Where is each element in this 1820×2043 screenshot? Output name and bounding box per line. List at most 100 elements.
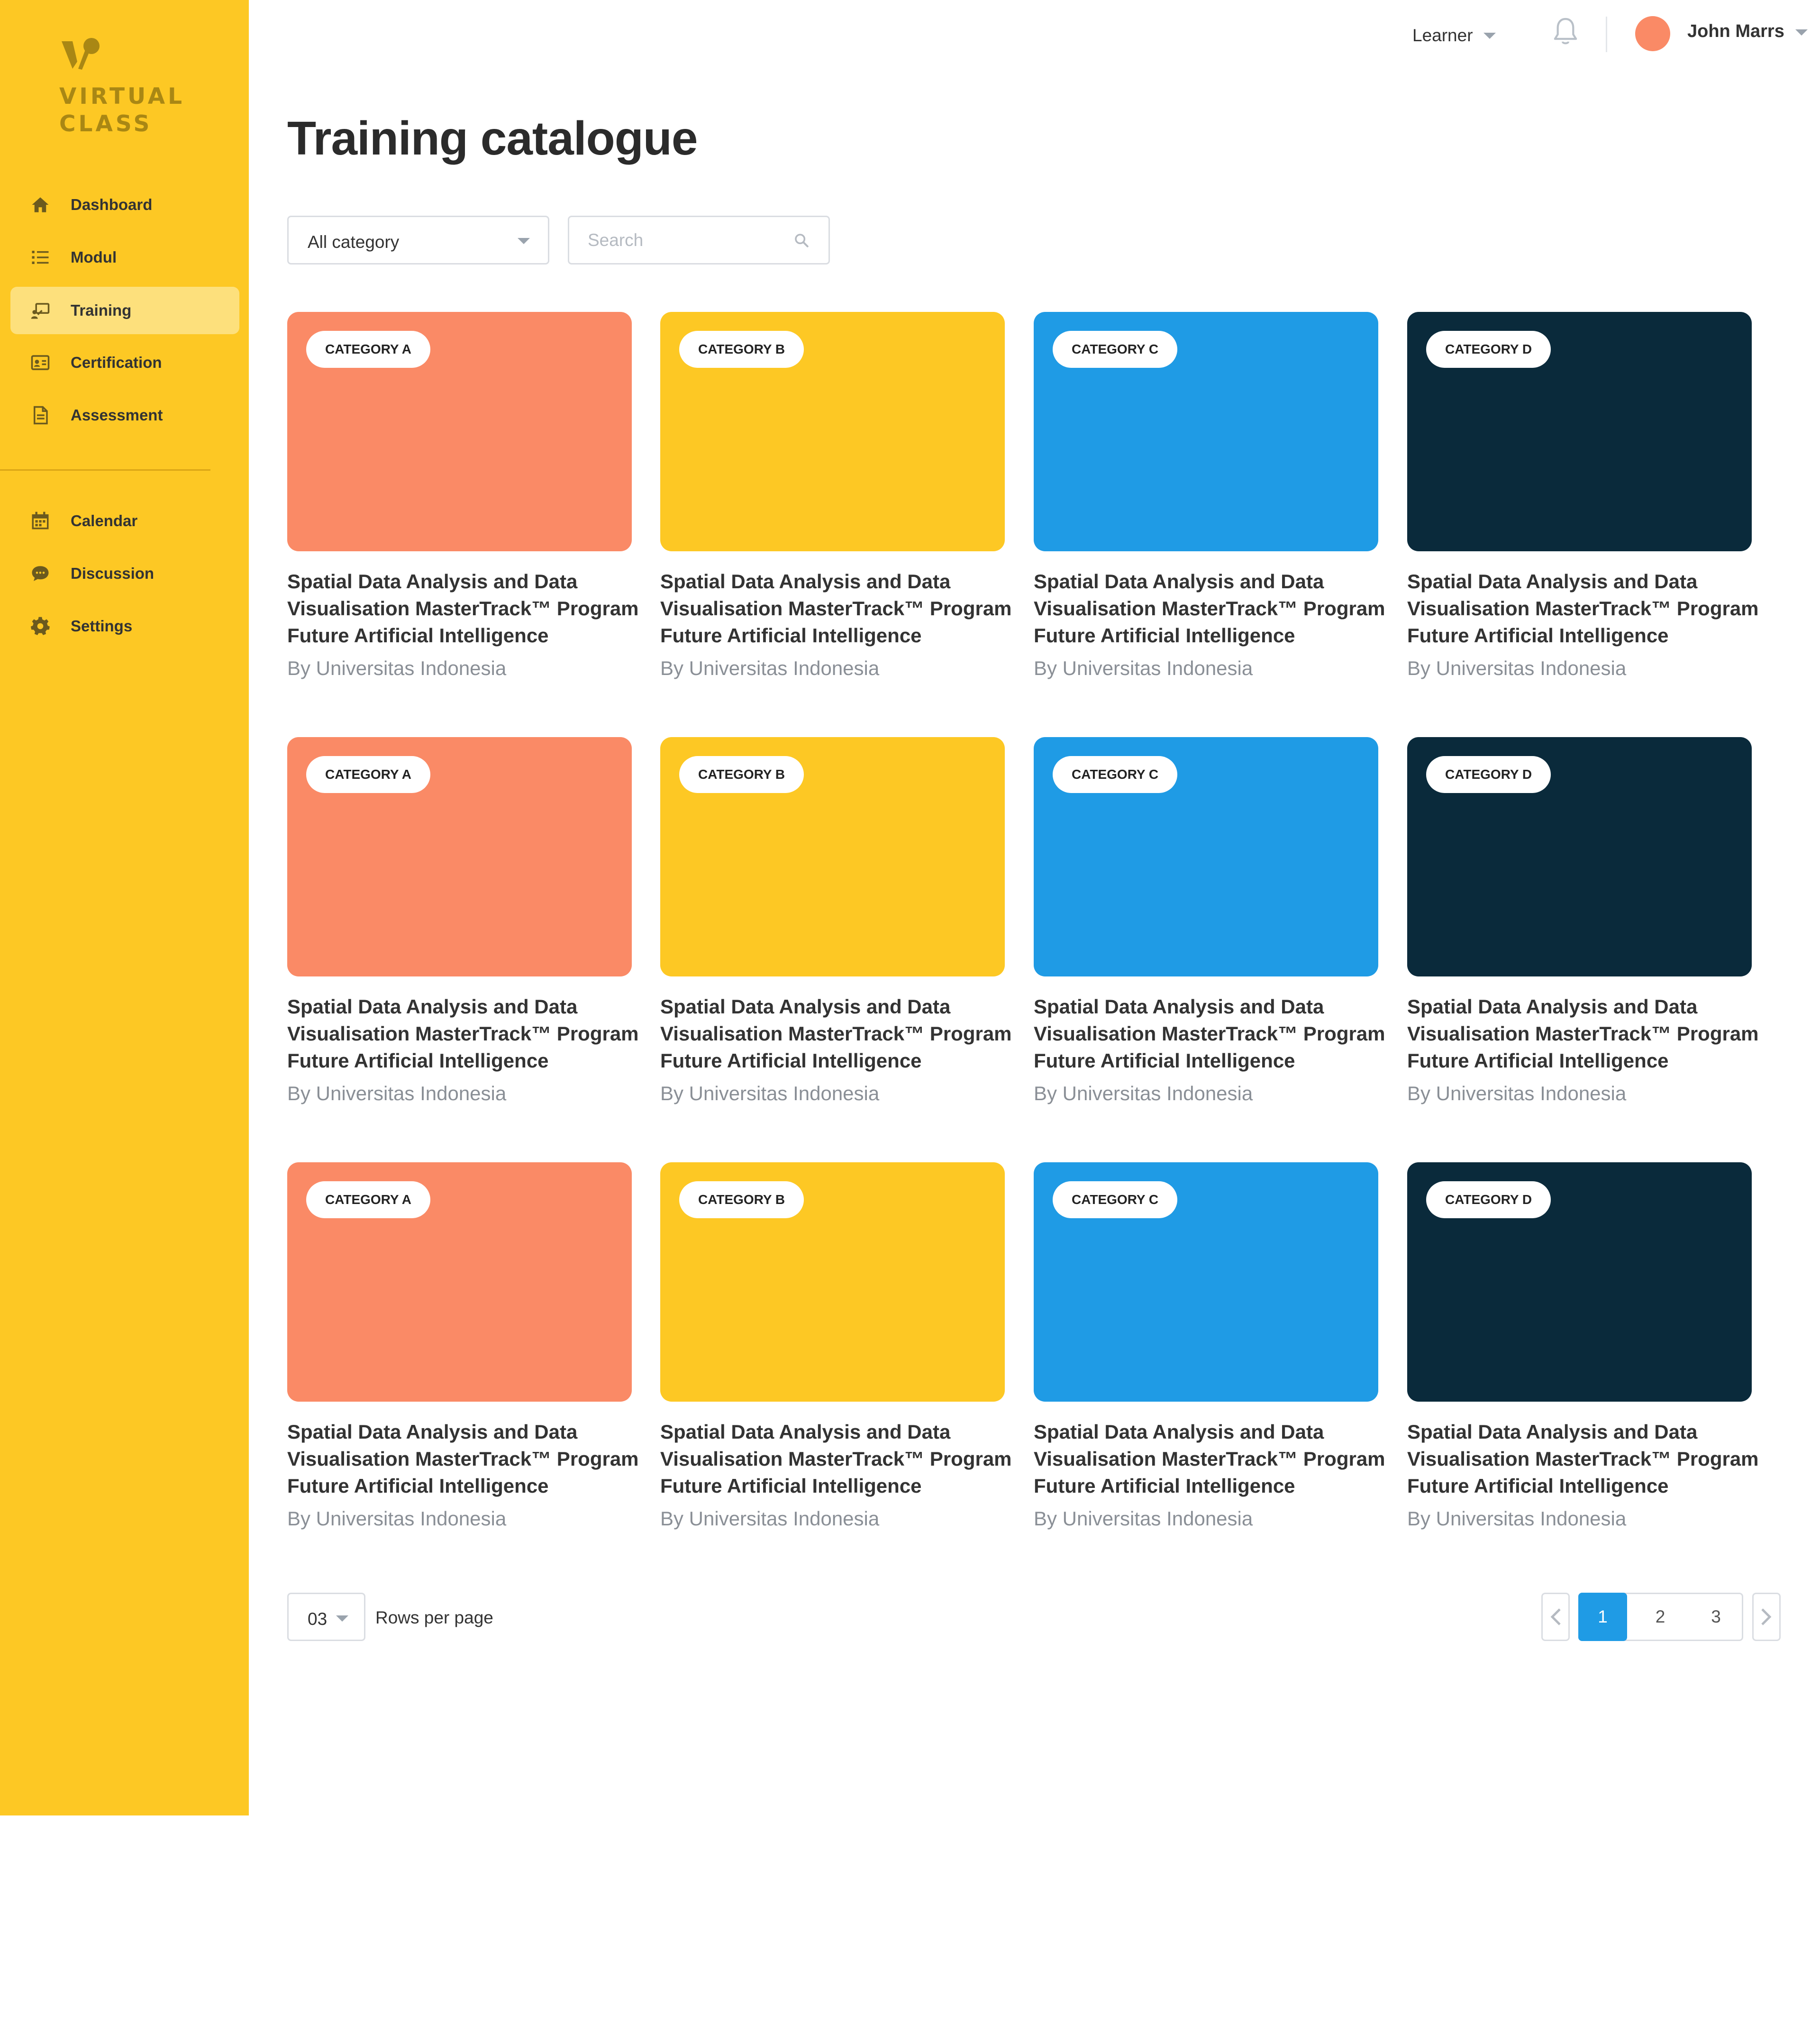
training-card[interactable]: CATEGORY D Spatial Data Analysis and Dat… <box>1407 737 1759 1116</box>
gear-icon <box>29 615 51 637</box>
category-badge: CATEGORY A <box>306 331 431 368</box>
sidebar-item-training[interactable]: Training <box>10 287 239 334</box>
card-title-line: Visualisation MasterTrack™ Program <box>287 1448 639 1470</box>
card-title-line: Future Artificial Intelligence <box>287 624 549 647</box>
sidebar-divider <box>0 469 210 471</box>
card-title-line: Future Artificial Intelligence <box>1034 624 1295 647</box>
card-author: By Universitas Indonesia <box>1034 1082 1253 1104</box>
document-icon <box>29 404 51 426</box>
card-title-line: Spatial Data Analysis and Data <box>287 995 578 1018</box>
sidebar-item-label: Training <box>71 301 132 319</box>
page-title: Training catalogue <box>287 112 698 165</box>
avatar[interactable] <box>1635 16 1670 51</box>
training-card[interactable]: CATEGORY A Spatial Data Analysis and Dat… <box>287 737 639 1116</box>
training-card[interactable]: CATEGORY A Spatial Data Analysis and Dat… <box>287 312 639 691</box>
sidebar-item-certification[interactable]: Certification <box>10 339 239 386</box>
training-card[interactable]: CATEGORY A Spatial Data Analysis and Dat… <box>287 1162 639 1541</box>
page-button-3[interactable]: 3 <box>1689 1593 1743 1641</box>
card-title[interactable]: Spatial Data Analysis and Data Visualisa… <box>1407 1418 1759 1499</box>
chevron-down-icon[interactable] <box>1795 29 1808 36</box>
sidebar-item-calendar[interactable]: Calendar <box>10 497 239 545</box>
card-title-line: Spatial Data Analysis and Data <box>1034 1421 1324 1443</box>
training-card[interactable]: CATEGORY C Spatial Data Analysis and Dat… <box>1034 1162 1385 1541</box>
card-title-line: Spatial Data Analysis and Data <box>1407 995 1698 1018</box>
card-author: By Universitas Indonesia <box>287 657 507 679</box>
card-title[interactable]: Spatial Data Analysis and Data Visualisa… <box>660 1418 1012 1499</box>
chevron-right-icon <box>1761 1608 1772 1625</box>
home-icon <box>29 194 51 216</box>
category-badge: CATEGORY C <box>1053 331 1178 368</box>
chat-icon <box>29 563 51 584</box>
card-title-line: Visualisation MasterTrack™ Program <box>660 1448 1012 1470</box>
card-title[interactable]: Spatial Data Analysis and Data Visualisa… <box>1407 993 1759 1074</box>
bell-icon[interactable] <box>1552 17 1579 48</box>
search-icon[interactable] <box>793 232 810 248</box>
certificate-icon <box>29 352 51 374</box>
sidebar-item-label: Settings <box>71 617 133 635</box>
next-page-button[interactable] <box>1752 1593 1781 1641</box>
sidebar-item-dashboard[interactable]: Dashboard <box>10 181 239 228</box>
card-title-line: Future Artificial Intelligence <box>1034 1049 1295 1072</box>
training-card[interactable]: CATEGORY B Spatial Data Analysis and Dat… <box>660 1162 1012 1541</box>
card-title-line: Spatial Data Analysis and Data <box>660 570 951 593</box>
rows-per-page-select[interactable]: 03 <box>287 1593 365 1641</box>
card-title[interactable]: Spatial Data Analysis and Data Visualisa… <box>287 1418 639 1499</box>
training-card[interactable]: CATEGORY C Spatial Data Analysis and Dat… <box>1034 312 1385 691</box>
sidebar-item-settings[interactable]: Settings <box>10 602 239 650</box>
search-box <box>568 216 830 264</box>
card-title[interactable]: Spatial Data Analysis and Data Visualisa… <box>1034 1418 1385 1499</box>
card-title-line: Visualisation MasterTrack™ Program <box>1407 597 1759 620</box>
role-select[interactable]: Learner <box>1412 24 1496 47</box>
prev-page-button[interactable] <box>1541 1593 1570 1641</box>
category-badge: CATEGORY C <box>1053 1181 1178 1218</box>
card-title-line: Future Artificial Intelligence <box>1407 1475 1669 1497</box>
page-button-1[interactable]: 1 <box>1578 1593 1627 1641</box>
training-card[interactable]: CATEGORY B Spatial Data Analysis and Dat… <box>660 312 1012 691</box>
category-badge: CATEGORY B <box>679 756 804 793</box>
role-select-value: Learner <box>1412 26 1473 45</box>
card-author: By Universitas Indonesia <box>660 1082 880 1104</box>
sidebar: VIRTUAL CLASS Dashboard Modul Training C… <box>0 0 249 1815</box>
page-number-group: 1 2 3 <box>1578 1593 1743 1641</box>
rows-per-page-value: 03 <box>308 1609 328 1629</box>
card-title[interactable]: Spatial Data Analysis and Data Visualisa… <box>1407 568 1759 649</box>
sidebar-item-label: Certification <box>71 354 162 371</box>
sidebar-item-assessment[interactable]: Assessment <box>10 392 239 439</box>
category-filter-select[interactable]: All category <box>287 216 549 264</box>
logo[interactable]: VIRTUAL CLASS <box>59 36 201 145</box>
chevron-down-icon <box>336 1615 348 1622</box>
card-title-line: Visualisation MasterTrack™ Program <box>1034 1448 1385 1470</box>
card-title-line: Visualisation MasterTrack™ Program <box>660 597 1012 620</box>
logo-mark-icon <box>62 38 100 70</box>
user-name[interactable]: John Marrs <box>1687 21 1784 42</box>
card-title[interactable]: Spatial Data Analysis and Data Visualisa… <box>1034 993 1385 1074</box>
card-author: By Universitas Indonesia <box>1034 657 1253 679</box>
sidebar-item-discussion[interactable]: Discussion <box>10 550 239 597</box>
card-title[interactable]: Spatial Data Analysis and Data Visualisa… <box>1034 568 1385 649</box>
training-card[interactable]: CATEGORY D Spatial Data Analysis and Dat… <box>1407 312 1759 691</box>
page-button-2[interactable]: 2 <box>1632 1593 1689 1641</box>
category-badge: CATEGORY D <box>1426 756 1551 793</box>
training-card[interactable]: CATEGORY C Spatial Data Analysis and Dat… <box>1034 737 1385 1116</box>
card-title[interactable]: Spatial Data Analysis and Data Visualisa… <box>660 568 1012 649</box>
card-title[interactable]: Spatial Data Analysis and Data Visualisa… <box>660 993 1012 1074</box>
card-author: By Universitas Indonesia <box>1034 1507 1253 1530</box>
sidebar-item-modul[interactable]: Modul <box>10 234 239 281</box>
card-title[interactable]: Spatial Data Analysis and Data Visualisa… <box>287 993 639 1074</box>
calendar-icon <box>29 510 51 532</box>
list-icon <box>29 246 51 268</box>
card-title-line: Spatial Data Analysis and Data <box>660 995 951 1018</box>
card-title-line: Future Artificial Intelligence <box>1407 624 1669 647</box>
card-title[interactable]: Spatial Data Analysis and Data Visualisa… <box>287 568 639 649</box>
card-title-line: Visualisation MasterTrack™ Program <box>1407 1022 1759 1045</box>
card-title-line: Future Artificial Intelligence <box>1407 1049 1669 1072</box>
sidebar-item-label: Discussion <box>71 565 155 582</box>
training-card[interactable]: CATEGORY B Spatial Data Analysis and Dat… <box>660 737 1012 1116</box>
search-input[interactable] <box>587 228 776 252</box>
card-author: By Universitas Indonesia <box>660 657 880 679</box>
card-title-line: Visualisation MasterTrack™ Program <box>660 1022 1012 1045</box>
card-title-line: Spatial Data Analysis and Data <box>1034 995 1324 1018</box>
card-title-line: Spatial Data Analysis and Data <box>1407 570 1698 593</box>
card-title-line: Future Artificial Intelligence <box>287 1049 549 1072</box>
training-card[interactable]: CATEGORY D Spatial Data Analysis and Dat… <box>1407 1162 1759 1541</box>
